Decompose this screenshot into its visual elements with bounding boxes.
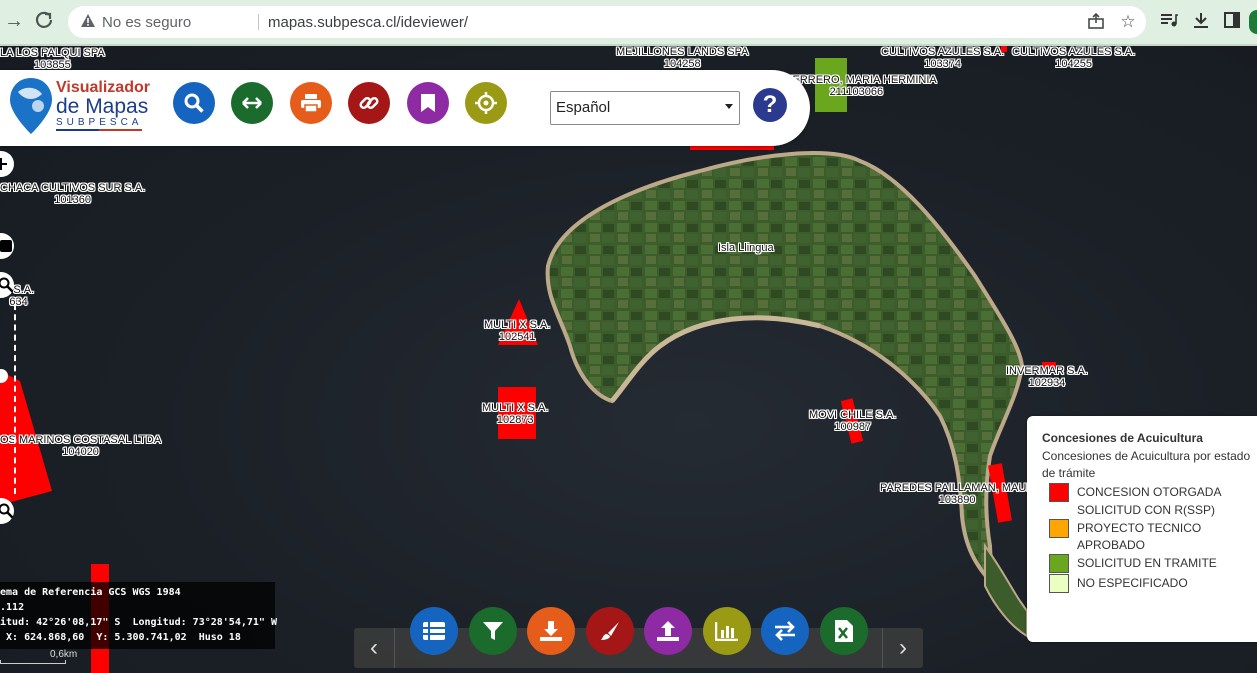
subpesca-logo-icon [10,78,52,134]
reload-icon[interactable] [33,10,55,32]
swap-arrows-icon [775,621,795,641]
chevron-down-icon [725,104,733,109]
concession-label: MEJILLONES LANDS SPA 104258 [616,46,749,70]
filter-icon [483,622,503,640]
legend-label: SOLICITUD EN TRAMITE [1077,556,1217,570]
download-tray-icon [540,621,562,641]
excel-export-button[interactable] [820,607,868,655]
legend-swatch [1049,483,1069,502]
lat-lon-text: gitud: 42°26'08,17" S Longitud: 73°28'54… [0,617,277,628]
help-button[interactable]: ? [753,88,787,122]
swap-button[interactable] [761,607,809,655]
legend-label: NO ESPECIFICADO [1077,576,1188,590]
locate-button[interactable] [465,82,507,124]
concession-label: CHACA CULTIVOS SUR S.A. 101360 [0,182,146,206]
chart-button[interactable] [703,607,751,655]
legend-panel: Concesiones de Acuicultura Concesiones d… [1027,416,1257,642]
sidepanel-icon[interactable] [1221,11,1243,33]
language-selected: Español [556,99,611,116]
legend-label: PROYECTO TECNICO APROBADO [1077,521,1202,552]
style-button[interactable] [586,607,634,655]
logo-underline [56,129,142,131]
paintbrush-icon [601,622,619,640]
scale-text: 5.112 [0,602,25,613]
toolbar-next-icon[interactable]: › [882,628,923,668]
legend-label: SOLICITUD CON R(SSP) [1077,503,1216,517]
logo-title-line2: de Mapas [56,95,149,118]
legend-swatch [1049,519,1069,538]
filter-button[interactable] [469,607,517,655]
concession-label: PAREDES PAILLAMAN, MAUR 103890 [880,482,1035,506]
language-select[interactable]: Español [550,91,740,125]
excel-file-icon [835,620,853,642]
bar-chart-icon [715,622,738,641]
media-queue-icon[interactable] [1158,11,1180,33]
logo-subtitle: SUBPESCA [56,117,143,128]
profile-avatar[interactable] [1249,10,1257,34]
concession-label: OS MARINOS COSTASAL LTDA 104020 [0,434,162,458]
forward-icon[interactable]: → [3,10,25,32]
utm-text: : X: 624.868,60 Y: 5.300.741,02 Huso 18 [0,632,241,643]
reference-system-text: cema de Referencia GCS WGS 1984 [0,587,181,598]
share-icon[interactable] [1086,12,1106,32]
concession-label: CULTIVOS AZULES S.A. 104255 [1012,46,1136,70]
legend-subtitle: Concesiones de Acuicultura por estado de… [1042,449,1251,480]
concession-label: LA LOS PALQUI SPA 103855 [0,47,105,71]
concession-label: MULTI X S.A. 102541 [484,319,551,343]
concession-label: MOVI CHILE S.A. 100987 [809,409,897,433]
bookmarks-button[interactable] [407,82,449,124]
toolbar-prev-icon[interactable]: ‹ [354,628,395,668]
coordinates-panel: cema de Referencia GCS WGS 1984 5.112 gi… [0,582,277,649]
legend-swatch [1049,554,1069,573]
address-bar[interactable]: No es seguro mapas.subpesca.cl/ideviewer… [68,6,1146,38]
island-label: Isla Llingua [718,242,774,254]
search-icon [184,93,204,113]
upload-button[interactable] [644,607,692,655]
table-icon [423,622,445,640]
legend-title: Concesiones de Acuicultura [1042,431,1203,445]
scale-label: 0,6km [50,649,78,660]
download-icon[interactable] [1190,11,1212,33]
crosshair-icon [475,92,497,114]
measure-button[interactable] [231,82,273,124]
table-button[interactable] [410,607,458,655]
print-button[interactable] [290,82,332,124]
bookmark-star-icon[interactable]: ☆ [1118,12,1138,32]
browser-toolbar: → No es seguro mapas.subpesca.cl/ideview… [0,0,1257,46]
share-link-button[interactable] [348,82,390,124]
upload-tray-icon [657,621,679,641]
concession-label: MULTI X S.A. 102873 [482,402,549,426]
bookmark-icon [421,94,435,112]
warning-icon [81,14,95,27]
download-layer-button[interactable] [527,607,575,655]
legend-label: CONCESION OTORGADA [1077,485,1222,499]
search-button[interactable] [173,82,215,124]
legend-swatch [1049,574,1069,593]
print-icon [301,94,321,113]
url-divider [258,14,259,30]
scale-bar: 0,6km [0,649,77,664]
concession-label: INVERMAR S.A. 102934 [1006,365,1088,389]
security-status[interactable]: No es seguro [102,14,191,31]
zoom-slider-track[interactable] [14,304,18,494]
app-header: Visualizador de Mapas SUBPESCA Español ? [0,70,810,146]
measure-arrows-icon [242,97,262,109]
concession-label: CULTIVOS AZULES S.A. 103374 [881,46,1005,70]
link-icon [359,96,379,110]
url-text[interactable]: mapas.subpesca.cl/ideviewer/ [268,14,468,31]
